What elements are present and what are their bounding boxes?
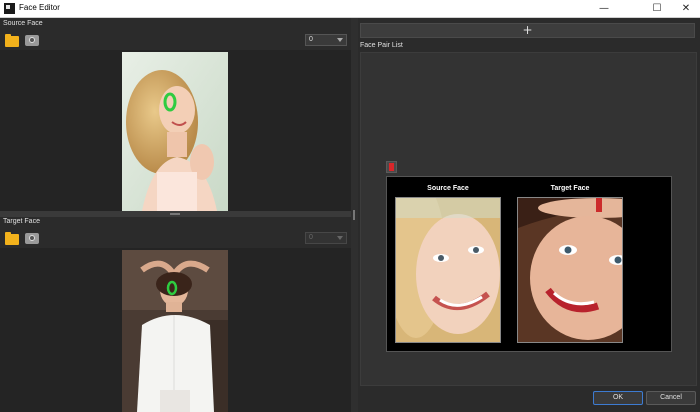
title-bar: Face Editor — ☐ ✕	[0, 0, 700, 18]
source-face-label: Source Face	[3, 20, 43, 27]
window-title: Face Editor	[19, 3, 60, 12]
app-icon	[4, 3, 15, 14]
face-pair-list-label: Face Pair List	[360, 42, 403, 49]
target-photo	[122, 250, 228, 412]
source-face-select[interactable]: 0	[305, 34, 347, 46]
target-camera-icon[interactable]	[25, 233, 39, 244]
target-face-label: Target Face	[3, 218, 40, 225]
chevron-down-icon	[337, 236, 343, 240]
source-photo	[122, 52, 228, 211]
left-pane: Source Face 0 Target Face 0	[0, 18, 351, 412]
target-folder-icon[interactable]	[5, 232, 19, 245]
source-face-thumb-image	[396, 198, 500, 342]
card-target-label: Target Face	[550, 185, 590, 192]
face-editor-window: Face Editor — ☐ ✕ Source Face 0 Target F…	[0, 0, 700, 412]
source-select-value: 0	[309, 36, 313, 43]
cancel-button[interactable]: Cancel	[646, 391, 696, 405]
horizontal-splitter[interactable]	[0, 211, 351, 217]
face-pair-list[interactable]: Source Face Target Face	[360, 52, 697, 386]
source-face-thumbnail	[395, 197, 501, 343]
target-select-value: 0	[309, 234, 313, 241]
source-image-area[interactable]	[0, 50, 351, 211]
face-pair-card[interactable]: Source Face Target Face	[386, 176, 672, 352]
target-face-select[interactable]: 0	[305, 232, 347, 244]
splitter-grip	[353, 210, 355, 220]
add-pair-button[interactable]: +	[360, 23, 695, 38]
chevron-down-icon	[337, 38, 343, 42]
maximize-button[interactable]: ☐	[643, 0, 671, 18]
source-camera-icon[interactable]	[25, 35, 39, 46]
ok-button[interactable]: OK	[593, 391, 643, 405]
card-source-label: Source Face	[427, 185, 469, 192]
target-face-thumbnail	[517, 197, 623, 343]
splitter-grip	[170, 213, 180, 215]
source-photo-image	[122, 52, 228, 211]
vertical-splitter[interactable]	[351, 18, 358, 412]
target-image-area[interactable]	[0, 248, 351, 412]
right-pane: + Face Pair List Source Face Target Face	[358, 18, 700, 412]
trash-icon[interactable]	[386, 161, 397, 173]
source-folder-icon[interactable]	[5, 34, 19, 47]
close-button[interactable]: ✕	[672, 0, 700, 18]
target-photo-image	[122, 250, 228, 412]
target-face-thumb-image	[518, 198, 622, 342]
minimize-button[interactable]: —	[590, 0, 618, 18]
